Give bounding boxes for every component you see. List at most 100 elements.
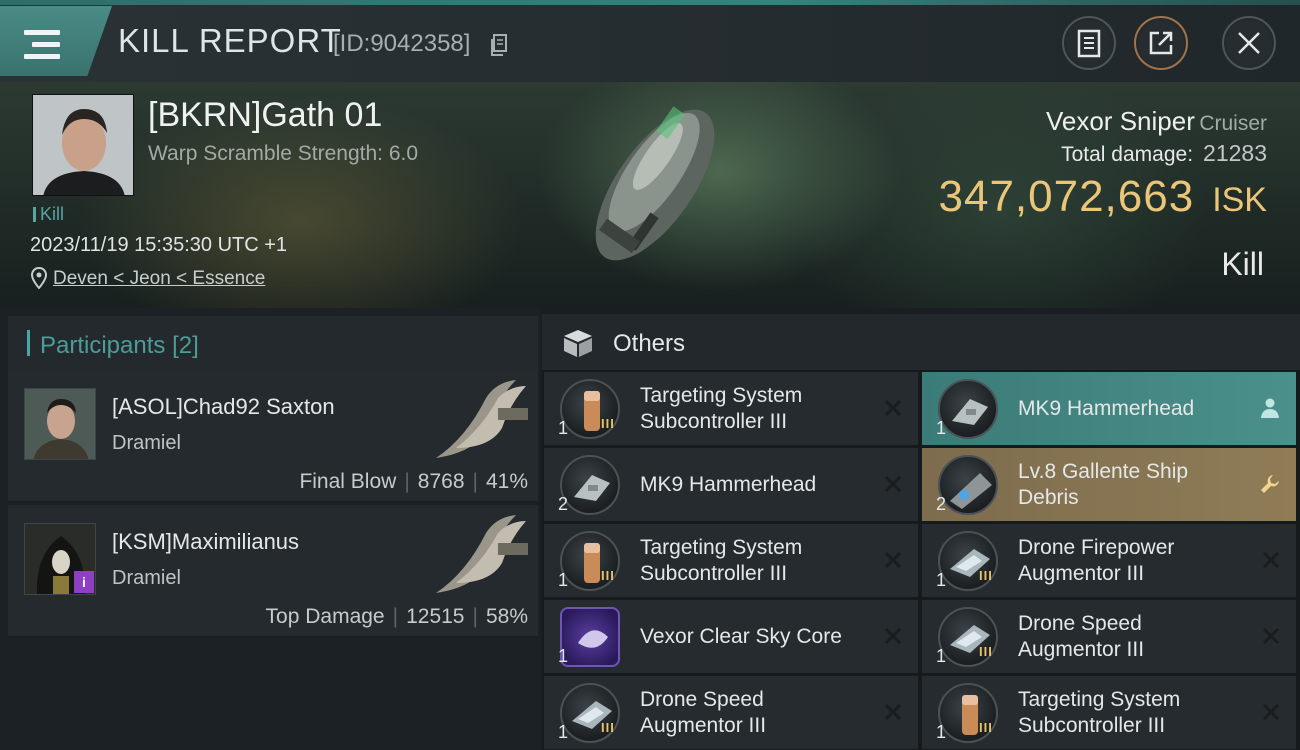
remove-icon[interactable] — [884, 627, 902, 645]
item-name: Drone Speed Augmentor III — [640, 687, 767, 737]
ship-info: Vexor Sniper Cruiser — [1046, 106, 1267, 137]
share-button[interactable] — [1134, 16, 1188, 70]
participant-stats: Top Damage | 12515 | 58% — [265, 605, 528, 628]
loot-item[interactable]: 1 Vexor Clear Sky Core — [544, 600, 918, 673]
remove-icon[interactable] — [884, 399, 902, 417]
item-quantity: 1 — [558, 418, 569, 438]
victim-portrait[interactable] — [32, 94, 134, 196]
report-id: [ID:9042358] — [333, 30, 471, 57]
close-icon — [1238, 32, 1260, 54]
participant-row[interactable]: [ASOL]Chad92 Saxton Dramiel Final Blow | 8… — [8, 370, 538, 502]
drone-icon — [938, 379, 998, 439]
loot-item[interactable]: 2 Lv.8 Gallente Ship Debris — [922, 448, 1296, 521]
participant-ship-image — [436, 380, 528, 458]
item-quantity: 2 — [558, 494, 569, 514]
others-title: Others — [613, 330, 686, 357]
meta-level: III — [979, 720, 993, 735]
participants-count: [2] — [172, 332, 199, 359]
loot-item[interactable]: 1 III Drone Speed Augmentor III — [922, 600, 1296, 673]
victim-ship-image — [595, 106, 715, 261]
kill-datetime: 2023/11/19 15:35:30 UTC +1 — [30, 234, 288, 256]
remove-icon[interactable] — [884, 551, 902, 569]
item-name: Drone Speed Augmentor III — [1018, 611, 1145, 661]
remove-icon[interactable] — [1262, 703, 1280, 721]
meta-level: III — [979, 644, 993, 659]
item-name: MK9 Hammerhead — [1018, 396, 1195, 420]
item-quantity: 1 — [936, 570, 947, 590]
box-icon — [564, 330, 592, 357]
total-damage-value: 21283 — [1203, 140, 1267, 166]
others-header: Others — [542, 314, 1300, 370]
remove-icon[interactable] — [884, 703, 902, 721]
participants-panel: Participants [2] [ASOL]Chad92 Saxton Dra… — [0, 308, 540, 750]
ship-core-icon — [560, 607, 620, 667]
participants-header[interactable]: Participants [2] — [8, 316, 538, 370]
item-name: Targeting System Subcontroller III — [640, 383, 803, 433]
item-quantity: 1 — [936, 722, 947, 742]
copy-icon[interactable] — [490, 34, 508, 56]
participant-name: [KSM]Maximilianus — [112, 529, 300, 554]
item-quantity: 1 — [936, 646, 947, 666]
meta-level: III — [601, 416, 615, 431]
item-name: Targeting System Subcontroller III — [1018, 687, 1181, 737]
meta-level: III — [601, 720, 615, 735]
loot-item[interactable]: 1 III Targeting System Subcontroller III — [544, 524, 918, 597]
info-badge: i — [74, 571, 94, 593]
clipboard-button[interactable] — [1062, 16, 1116, 70]
loot-item[interactable]: 1 III Drone Firepower Augmentor III — [922, 524, 1296, 597]
loot-item[interactable]: 1 III Targeting System Subcontroller III — [922, 676, 1296, 749]
ship-name: Vexor Sniper — [1045, 106, 1195, 136]
title-bar: KILL REPORT [ID:9042358] — [0, 0, 1300, 82]
others-panel: Others 1 III Targeting System Subcontrol… — [542, 314, 1300, 750]
meta-level: III — [601, 568, 615, 583]
kill-result: Kill — [1221, 246, 1264, 282]
remove-icon[interactable] — [884, 475, 902, 493]
victim-banner: [BKRN]Gath 01 Warp Scramble Strength: 6.… — [0, 82, 1300, 308]
menu-button[interactable] — [0, 6, 112, 76]
total-damage: Total damage: 21283 — [1061, 140, 1267, 167]
item-name: MK9 Hammerhead — [640, 472, 817, 496]
participant-percent: 58% — [485, 605, 528, 628]
item-name: Drone Firepower Augmentor III — [1018, 535, 1175, 585]
avatar[interactable] — [24, 388, 96, 460]
total-damage-label: Total damage: — [1061, 143, 1194, 166]
participant-ship: Dramiel — [112, 432, 181, 454]
wrench-icon — [1261, 475, 1279, 493]
loot-item[interactable]: 2 MK9 Hammerhead — [544, 448, 918, 521]
loot-item[interactable]: 1 III Drone Speed Augmentor III — [544, 676, 918, 749]
remove-icon[interactable] — [1262, 627, 1280, 645]
share-icon — [1149, 31, 1173, 55]
item-quantity: 1 — [558, 722, 569, 742]
location-link[interactable]: Deven < Jeon < Essence — [53, 268, 265, 290]
location-pin-icon — [31, 267, 47, 289]
clipboard-icon — [1077, 29, 1101, 58]
participant-row[interactable]: i [KSM]Maximilianus Dramiel Top Damage | 1… — [8, 505, 538, 637]
kill-tag: Kill — [33, 204, 64, 225]
page-title: KILL REPORT — [118, 22, 342, 59]
participant-ship: Dramiel — [112, 567, 181, 589]
drone-icon — [560, 455, 620, 515]
participant-role: Top Damage — [265, 605, 385, 628]
participant-role: Final Blow — [299, 470, 397, 493]
isk-amount: 347,072,663 — [938, 172, 1195, 221]
isk-unit: ISK — [1212, 181, 1267, 219]
loot-item[interactable]: 1 MK9 Hammerhead — [922, 372, 1296, 445]
participant-percent: 41% — [485, 470, 528, 493]
participants-title: Participants [2] — [40, 332, 199, 359]
person-icon — [1261, 398, 1279, 418]
avatar[interactable]: i — [24, 523, 96, 595]
ship-class: Cruiser — [1199, 112, 1267, 135]
item-quantity: 1 — [558, 570, 569, 590]
isk-value: 347,072,663 ISK — [939, 172, 1268, 222]
item-name: Targeting System Subcontroller III — [640, 535, 803, 585]
loot-item[interactable]: 1 III Targeting System Subcontroller III — [544, 372, 918, 445]
item-name: Lv.8 Gallente Ship Debris — [1018, 459, 1189, 509]
participant-damage: 8768 — [417, 470, 465, 493]
remove-icon[interactable] — [1262, 551, 1280, 569]
close-button[interactable] — [1222, 16, 1276, 70]
item-name: Vexor Clear Sky Core — [640, 624, 842, 648]
item-quantity: 1 — [558, 646, 569, 666]
participant-damage: 12515 — [406, 605, 465, 628]
victim-name: [BKRN]Gath 01 — [148, 96, 383, 134]
participant-name: [ASOL]Chad92 Saxton — [112, 394, 335, 419]
